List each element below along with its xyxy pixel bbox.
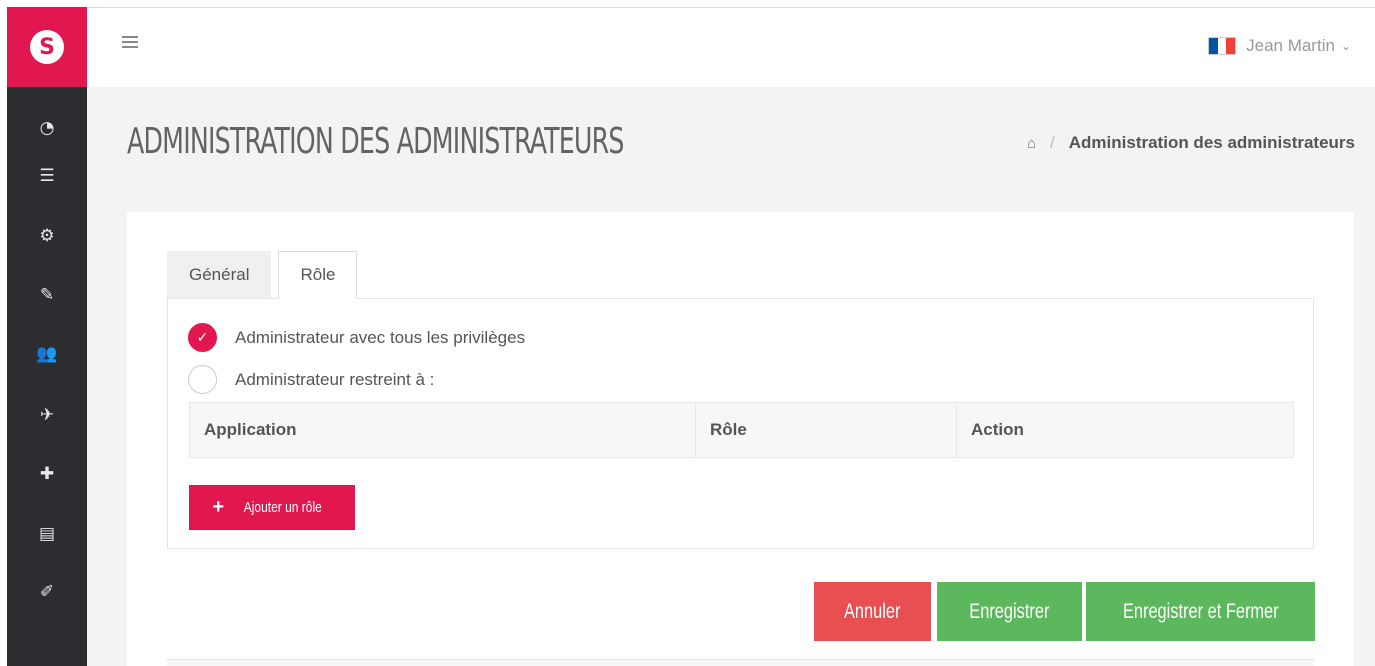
menu-toggle-icon[interactable] (122, 36, 138, 51)
radio-restricted-label: Administrateur restreint à : (235, 369, 435, 389)
column-header-action: Action (971, 420, 1024, 439)
user-name: Jean Martin (1246, 36, 1335, 55)
breadcrumb-current: Administration des administrateurs (1068, 133, 1355, 152)
save-and-close-button[interactable]: Enregistrer et Fermer (1086, 582, 1315, 641)
logo[interactable]: S (7, 7, 87, 87)
chevron-down-icon: ⌄ (1340, 39, 1351, 53)
main-content: ADMINISTRATION DES ADMINISTRATEURS ⌂ / A… (87, 87, 1375, 666)
radio-full-privileges[interactable]: ✓ Administrateur avec tous les privilège… (188, 323, 525, 352)
flag-stripe (1217, 38, 1227, 54)
brush-icon[interactable]: ✐ (7, 574, 87, 610)
list-icon[interactable]: ☰ (7, 158, 87, 194)
cancel-button[interactable]: Annuler (814, 582, 931, 641)
window-icon[interactable]: ▤ (7, 516, 87, 552)
home-icon[interactable]: ⌂ (1027, 135, 1036, 152)
top-bar: Jean Martin ⌄ (87, 7, 1375, 87)
next-panel-edge (167, 659, 1314, 666)
tab-bar: Général Rôle (167, 251, 358, 299)
flag-stripe (1209, 38, 1218, 54)
column-header-application: Application (190, 403, 696, 457)
radio-restricted[interactable]: Administrateur restreint à : (188, 365, 434, 394)
add-role-button[interactable]: + Ajouter un rôle (189, 485, 355, 530)
paper-plane-icon[interactable]: ✈ (7, 397, 87, 433)
role-tab-panel: ✓ Administrateur avec tous les privilège… (167, 298, 1314, 549)
users-icon[interactable]: 👥 (7, 336, 87, 372)
save-close-label: Enregistrer et Fermer (1122, 599, 1279, 623)
form-card: Général Rôle ✓ Administrateur avec tous … (127, 212, 1354, 666)
dashboard-icon[interactable]: ◔ (7, 110, 87, 146)
radio-full-label: Administrateur avec tous les privilèges (235, 327, 526, 347)
radio-unchecked-icon[interactable] (188, 365, 217, 394)
tab-general[interactable]: Général (167, 251, 272, 299)
brand-s-logo-icon: S (30, 30, 64, 64)
page-title: ADMINISTRATION DES ADMINISTRATEURS (127, 121, 624, 162)
add-role-label: Ajouter un rôle (243, 499, 322, 516)
user-menu[interactable]: Jean Martin ⌄ (1208, 36, 1351, 56)
save-label: Enregistrer (969, 599, 1050, 623)
cogs-icon[interactable]: ⚙ (7, 218, 87, 254)
tab-role[interactable]: Rôle (278, 251, 358, 299)
roles-table-header: Application Rôle Action (189, 402, 1294, 458)
edit-icon[interactable]: ✎ (7, 277, 87, 313)
flag-stripe (1226, 38, 1236, 54)
save-button[interactable]: Enregistrer (937, 582, 1082, 641)
puzzle-icon[interactable]: ✚ (7, 456, 87, 492)
sidebar: S ◔ ☰ ⚙ ✎ 👥 ✈ ✚ ▤ ✐ (7, 7, 87, 666)
cancel-label: Annuler (844, 599, 901, 623)
breadcrumb: ⌂ / Administration des administrateurs (1027, 133, 1355, 153)
checkmark-icon[interactable]: ✓ (188, 323, 217, 352)
french-flag-icon[interactable] (1208, 37, 1237, 55)
column-header-role: Rôle (696, 403, 957, 457)
plus-icon: + (212, 496, 225, 518)
breadcrumb-separator: / (1050, 133, 1055, 152)
